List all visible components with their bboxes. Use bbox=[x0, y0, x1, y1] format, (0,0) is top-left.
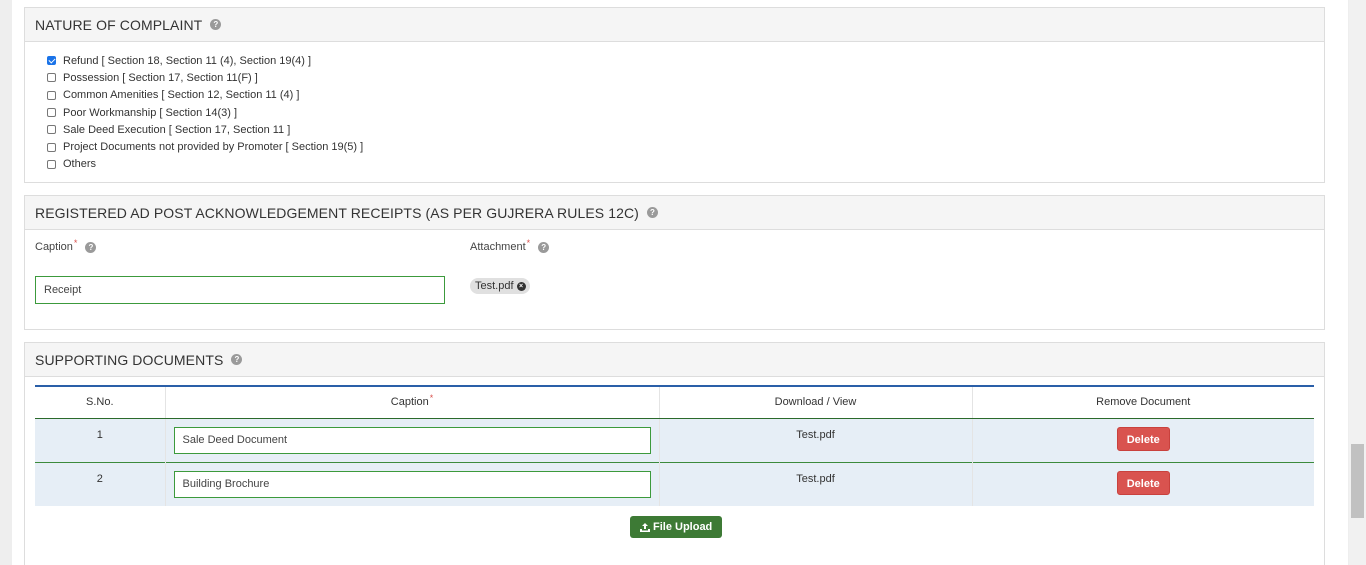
column-header-download: Download / View bbox=[659, 386, 973, 419]
checkbox-label: Sale Deed Execution [ Section 17, Sectio… bbox=[63, 123, 291, 136]
checkbox[interactable] bbox=[47, 56, 56, 66]
column-header-caption-text: Caption bbox=[390, 396, 429, 409]
complaint-form-page: NATURE OF COMPLAINT ? Refund [ Section 1… bbox=[12, 0, 1348, 565]
checkbox[interactable] bbox=[47, 142, 56, 152]
help-icon[interactable]: ? bbox=[538, 241, 550, 253]
panel-heading: SUPPORTING DOCUMENTS ? bbox=[25, 343, 1324, 377]
panel-title: NATURE OF COMPLAINT bbox=[35, 16, 203, 33]
checkbox-label: Possession [ Section 17, Section 11(F) ] bbox=[63, 71, 258, 84]
download-link[interactable]: Test.pdf bbox=[659, 418, 973, 462]
checkbox-label: Refund [ Section 18, Section 11 (4), Sec… bbox=[63, 54, 312, 67]
caption-label-text: Caption bbox=[35, 241, 73, 253]
column-header-sno: S.No. bbox=[35, 386, 166, 419]
checkbox-row-sale-deed[interactable]: Sale Deed Execution [ Section 17, Sectio… bbox=[47, 121, 1324, 138]
checkbox-label: Others bbox=[63, 158, 97, 171]
checkbox[interactable] bbox=[47, 125, 56, 135]
scrollbar-thumb[interactable] bbox=[1351, 444, 1364, 518]
panel-heading: NATURE OF COMPLAINT ? bbox=[25, 8, 1324, 42]
row-sno: 1 bbox=[35, 418, 166, 462]
table-row: 2 Building Brochure Test.pdf Delete bbox=[35, 462, 1314, 506]
checkbox-row-possession[interactable]: Possession [ Section 17, Section 11(F) ] bbox=[47, 69, 1324, 86]
column-header-remove: Remove Document bbox=[972, 386, 1314, 419]
file-upload-button[interactable]: File Upload bbox=[630, 516, 723, 538]
panel-title: REGISTERED AD POST ACKNOWLEDGEMENT RECEI… bbox=[35, 204, 639, 221]
document-caption-input[interactable]: Building Brochure bbox=[173, 470, 651, 498]
row-remove-cell: Delete bbox=[972, 418, 1314, 462]
help-icon[interactable]: ? bbox=[85, 241, 97, 253]
required-mark: * bbox=[429, 393, 434, 404]
required-mark: * bbox=[73, 238, 78, 248]
remove-attachment-icon[interactable]: × bbox=[516, 281, 526, 291]
help-icon[interactable]: ? bbox=[646, 207, 658, 218]
checkbox-row-common-amenities[interactable]: Common Amenities [ Section 12, Section 1… bbox=[47, 87, 1324, 104]
document-caption-input[interactable]: Sale Deed Document bbox=[173, 426, 651, 454]
attachment-label: Attachment * ? bbox=[470, 238, 550, 253]
receipt-caption-input[interactable]: Receipt bbox=[35, 276, 445, 304]
table-row: 1 Sale Deed Document Test.pdf Delete bbox=[35, 418, 1314, 462]
vertical-scrollbar[interactable] bbox=[1349, 0, 1366, 565]
checkbox[interactable] bbox=[47, 159, 56, 169]
supporting-documents-panel: SUPPORTING DOCUMENTS ? S.No. Caption* Do… bbox=[24, 342, 1325, 565]
download-link[interactable]: Test.pdf bbox=[659, 462, 973, 506]
checkbox-label: Project Documents not provided by Promot… bbox=[63, 141, 364, 154]
checkbox-row-project-documents[interactable]: Project Documents not provided by Promot… bbox=[47, 138, 1324, 155]
file-upload-label[interactable]: File Upload bbox=[653, 521, 712, 533]
checkbox-row-others[interactable]: Others bbox=[47, 156, 1324, 173]
checkbox-row-refund[interactable]: Refund [ Section 18, Section 11 (4), Sec… bbox=[47, 52, 1324, 69]
required-mark: * bbox=[526, 238, 531, 248]
attachment-chip[interactable]: Test.pdf × bbox=[470, 278, 530, 294]
registered-ad-post-panel: REGISTERED AD POST ACKNOWLEDGEMENT RECEI… bbox=[24, 195, 1325, 330]
column-header-caption: Caption* bbox=[165, 386, 660, 419]
attachment-filename[interactable]: Test.pdf bbox=[475, 280, 514, 292]
delete-button[interactable]: Delete bbox=[1116, 470, 1170, 495]
caption-label: Caption * ? bbox=[35, 238, 97, 253]
row-caption-cell: Building Brochure bbox=[165, 462, 660, 506]
nature-of-complaint-panel: NATURE OF COMPLAINT ? Refund [ Section 1… bbox=[24, 7, 1325, 183]
checkbox-row-poor-workmanship[interactable]: Poor Workmanship [ Section 14(3) ] bbox=[47, 104, 1324, 121]
row-sno: 2 bbox=[35, 462, 166, 506]
checkbox[interactable] bbox=[47, 73, 56, 83]
panel-title: SUPPORTING DOCUMENTS bbox=[35, 351, 224, 368]
help-icon[interactable]: ? bbox=[210, 19, 222, 30]
complaint-checklist: Refund [ Section 18, Section 11 (4), Sec… bbox=[25, 42, 1324, 173]
checkbox-label: Common Amenities [ Section 12, Section 1… bbox=[63, 89, 300, 102]
supporting-documents-table: S.No. Caption* Download / View Remove Do… bbox=[35, 385, 1314, 506]
attachment-label-text: Attachment bbox=[470, 241, 526, 253]
table-header-row: S.No. Caption* Download / View Remove Do… bbox=[35, 386, 1314, 419]
row-caption-cell: Sale Deed Document bbox=[165, 418, 660, 462]
checkbox-label: Poor Workmanship [ Section 14(3) ] bbox=[63, 106, 238, 119]
help-icon[interactable]: ? bbox=[231, 354, 243, 365]
row-remove-cell: Delete bbox=[972, 462, 1314, 506]
upload-icon bbox=[640, 522, 650, 532]
delete-button[interactable]: Delete bbox=[1116, 426, 1170, 451]
checkbox[interactable] bbox=[47, 90, 56, 100]
checkbox[interactable] bbox=[47, 108, 56, 118]
panel-heading: REGISTERED AD POST ACKNOWLEDGEMENT RECEI… bbox=[25, 196, 1324, 230]
